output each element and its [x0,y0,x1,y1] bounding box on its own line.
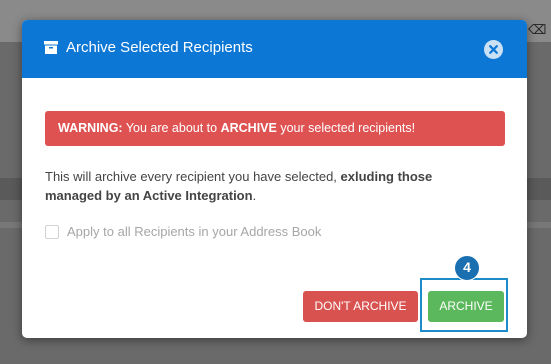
background-row [527,222,551,228]
warning-label: WARNING: [58,121,123,135]
dont-archive-button[interactable]: DON'T ARCHIVE [303,291,418,322]
dialog-title: Archive Selected Recipients [66,39,253,56]
dialog-header: Archive Selected Recipients [22,20,527,78]
background-row [0,222,22,228]
apply-all-label: Apply to all Recipients in your Address … [67,224,322,239]
close-button[interactable] [484,40,503,59]
eraser-icon: ⌫ [528,22,547,37]
warning-alert: WARNING: You are about to ARCHIVE your s… [45,111,505,146]
background-row [0,178,22,200]
warning-text: You are about to [122,121,221,135]
description-end: . [252,188,257,203]
background-row [527,178,551,200]
close-icon [489,45,498,54]
warning-text-end: your selected recipients! [276,121,416,135]
apply-all-checkbox[interactable] [45,225,59,239]
archive-box-icon [44,41,58,54]
dialog-description: This will archive every recipient you ha… [45,167,485,205]
warning-emphasis: ARCHIVE [220,121,277,135]
description-text: This will archive every recipient you ha… [45,169,341,184]
step-badge: 4 [454,255,480,281]
callout-highlight [420,278,508,332]
